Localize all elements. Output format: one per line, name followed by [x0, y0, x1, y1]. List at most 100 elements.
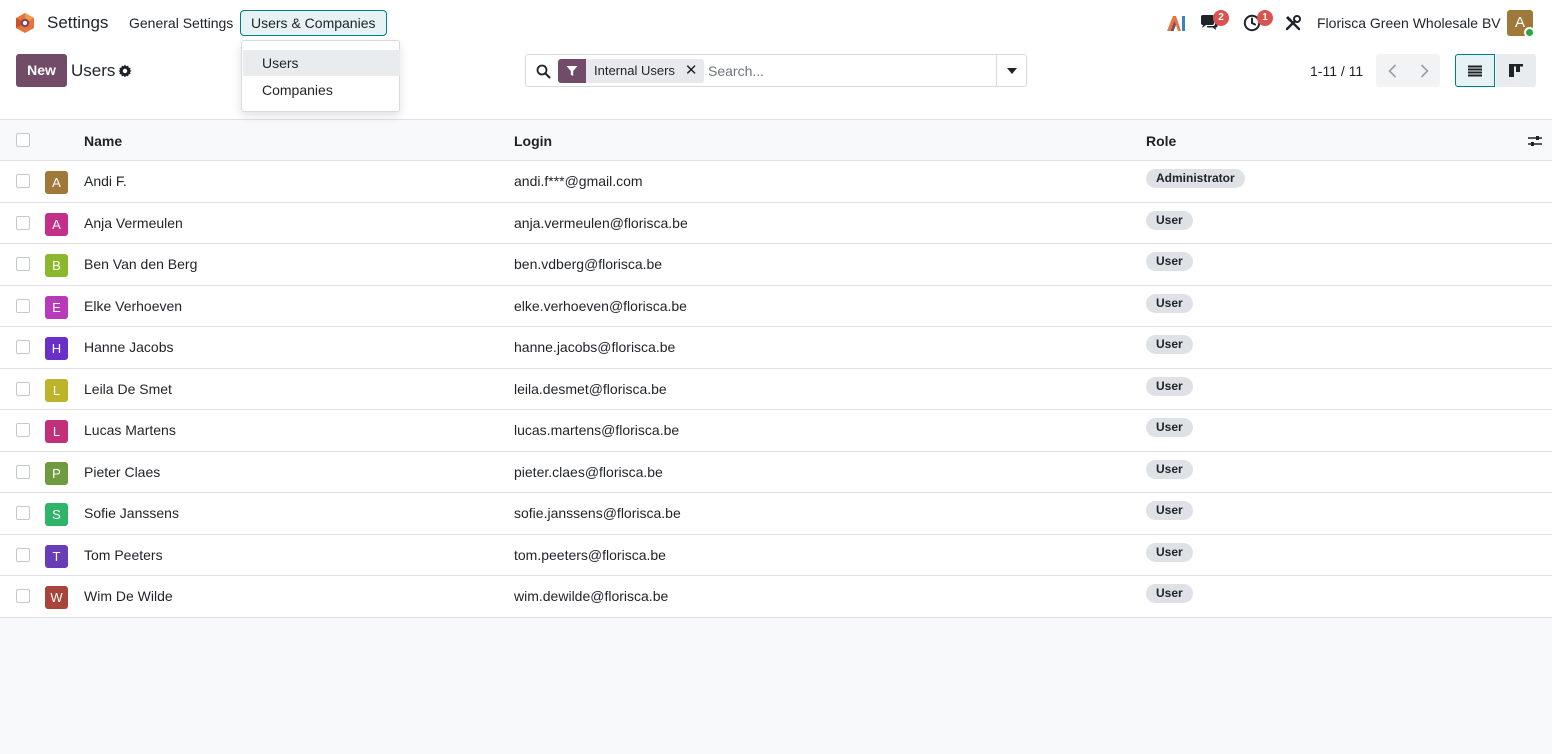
users-list: Name Login Role A Andi F. andi.f***@gmail.… [0, 120, 1552, 618]
role-badge: User [1146, 418, 1193, 437]
row-checkbox[interactable] [16, 464, 30, 479]
row-checkbox[interactable] [16, 257, 30, 271]
role-badge: User [1146, 459, 1193, 479]
user-name: Sofie Janssens [84, 505, 179, 521]
user-name: Tom Peeters [84, 546, 163, 563]
select-all-checkbox[interactable] [16, 133, 30, 147]
tools-icon[interactable] [1285, 0, 1307, 46]
avatar: W [45, 586, 68, 609]
table-row[interactable]: A Andi F. andi.f***@gmail.com Administrator [0, 161, 1552, 203]
row-checkbox[interactable] [16, 340, 30, 354]
row-checkbox[interactable] [16, 381, 30, 396]
pager-previous-button[interactable] [1376, 54, 1408, 87]
role-badge: User [1146, 501, 1193, 520]
odoo-app-icon[interactable] [14, 12, 36, 34]
table-row[interactable]: W Wim De Wilde wim.dewilde@florisca.be User [0, 576, 1552, 618]
role-badge: User [1146, 376, 1193, 396]
top-navbar: Settings General Settings Users & Compan… [0, 0, 1552, 46]
user-login: ben.vdberg@florisca.be [514, 256, 663, 272]
search-facet: Internal Users ✕ [558, 59, 704, 83]
kanban-view-button[interactable] [1496, 54, 1536, 87]
table-body: A Andi F. andi.f***@gmail.com Administrator… [0, 161, 1552, 618]
user-login: tom.peeters@florisca.be [514, 546, 666, 563]
avatar: E [45, 295, 68, 319]
role-badge: User [1146, 293, 1193, 313]
close-icon[interactable]: ✕ [685, 59, 698, 83]
facet-label: Internal Users [594, 63, 675, 78]
user-login: anja.vermeulen@florisca.be [514, 214, 688, 231]
role-badge: User [1146, 210, 1193, 230]
presence-status-icon [1524, 27, 1535, 38]
kanban-icon [1509, 64, 1523, 77]
user-login: andi.f***@gmail.com [514, 173, 643, 189]
chat-badge: 2 [1213, 10, 1229, 26]
search-icon[interactable] [536, 64, 551, 79]
row-checkbox[interactable] [16, 174, 30, 188]
new-button[interactable]: New [16, 54, 67, 87]
role-badge: User [1146, 584, 1193, 603]
gear-icon[interactable] [118, 64, 132, 78]
user-name: Wim De Wilde [84, 588, 173, 604]
row-checkbox[interactable] [16, 589, 30, 603]
table-row[interactable]: B Ben Van den Berg ben.vdberg@florisca.be U… [0, 244, 1552, 286]
search-input[interactable] [708, 61, 993, 81]
menu-general-settings[interactable]: General Settings [118, 10, 244, 36]
activity-badge: 1 [1257, 10, 1273, 26]
avatar: P [45, 461, 68, 485]
user-login: wim.dewilde@florisca.be [514, 588, 669, 604]
row-checkbox[interactable] [16, 215, 30, 230]
list-view-button[interactable] [1455, 54, 1495, 87]
pager-next-button[interactable] [1408, 54, 1440, 87]
user-login: leila.desmet@florisca.be [514, 380, 667, 397]
control-panel: New Users Internal Users ✕ 1-11 / 11 [0, 46, 1552, 120]
breadcrumb: Users [71, 61, 116, 80]
dropdown-item-companies[interactable]: Companies [243, 77, 400, 103]
optional-columns-icon[interactable] [1527, 133, 1543, 149]
user-name: Andi F. [84, 173, 127, 189]
ai-icon[interactable] [1166, 0, 1188, 46]
table-row[interactable]: L Lucas Martens lucas.martens@florisca.be U… [0, 410, 1552, 452]
row-checkbox[interactable] [16, 423, 30, 437]
chevron-right-icon [1420, 63, 1429, 78]
company-switcher[interactable]: Florisca Green Wholesale BV [1317, 15, 1501, 31]
column-header-role[interactable]: Role [1146, 133, 1176, 149]
role-badge: User [1146, 335, 1193, 354]
user-login: elke.verhoeven@florisca.be [514, 297, 687, 314]
avatar: H [45, 337, 68, 360]
table-row[interactable]: H Hanne Jacobs hanne.jacobs@florisca.be Use… [0, 327, 1552, 369]
search-bar: Internal Users ✕ [525, 54, 1027, 87]
app-name[interactable]: Settings [47, 13, 108, 33]
row-checkbox[interactable] [16, 547, 30, 562]
user-name: Elke Verhoeven [84, 297, 183, 314]
user-name: Ben Van den Berg [84, 256, 198, 272]
role-badge: User [1146, 252, 1193, 271]
avatar: A [45, 212, 68, 236]
users-companies-dropdown: Users Companies [241, 40, 400, 112]
filter-icon [558, 59, 586, 83]
table-row[interactable]: P Pieter Claes pieter.claes@florisca.be Use… [0, 451, 1552, 493]
caret-down-icon [1006, 67, 1017, 74]
column-header-login[interactable]: Login [514, 133, 552, 149]
user-login: pieter.claes@florisca.be [514, 463, 663, 480]
table-header: Name Login Role [0, 120, 1552, 161]
pager-value[interactable]: 1-11 / 11 [1310, 63, 1363, 79]
user-login: hanne.jacobs@florisca.be [514, 339, 676, 355]
user-name: Anja Vermeulen [84, 214, 183, 231]
user-name: Lucas Martens [84, 422, 176, 438]
avatar: T [45, 544, 68, 568]
table-row[interactable]: A Anja Vermeulen anja.vermeulen@florisca.b… [0, 202, 1552, 244]
row-checkbox[interactable] [16, 506, 30, 520]
search-options-toggle[interactable] [996, 55, 1026, 86]
menu-users-companies[interactable]: Users & Companies [240, 10, 387, 36]
facet-label-wrapper: Internal Users ✕ [586, 59, 704, 83]
column-header-name[interactable]: Name [84, 133, 122, 149]
row-checkbox[interactable] [16, 298, 30, 313]
avatar: L [45, 420, 68, 443]
dropdown-item-users[interactable]: Users [243, 50, 400, 76]
table-row[interactable]: T Tom Peeters tom.peeters@florisca.be User [0, 534, 1552, 576]
list-icon [1468, 65, 1482, 76]
role-badge: User [1146, 542, 1193, 562]
table-row[interactable]: S Sofie Janssens sofie.janssens@florisca.b… [0, 493, 1552, 535]
table-row[interactable]: L Leila De Smet leila.desmet@florisca.be Us… [0, 368, 1552, 410]
table-row[interactable]: E Elke Verhoeven elke.verhoeven@florisca.b… [0, 285, 1552, 327]
